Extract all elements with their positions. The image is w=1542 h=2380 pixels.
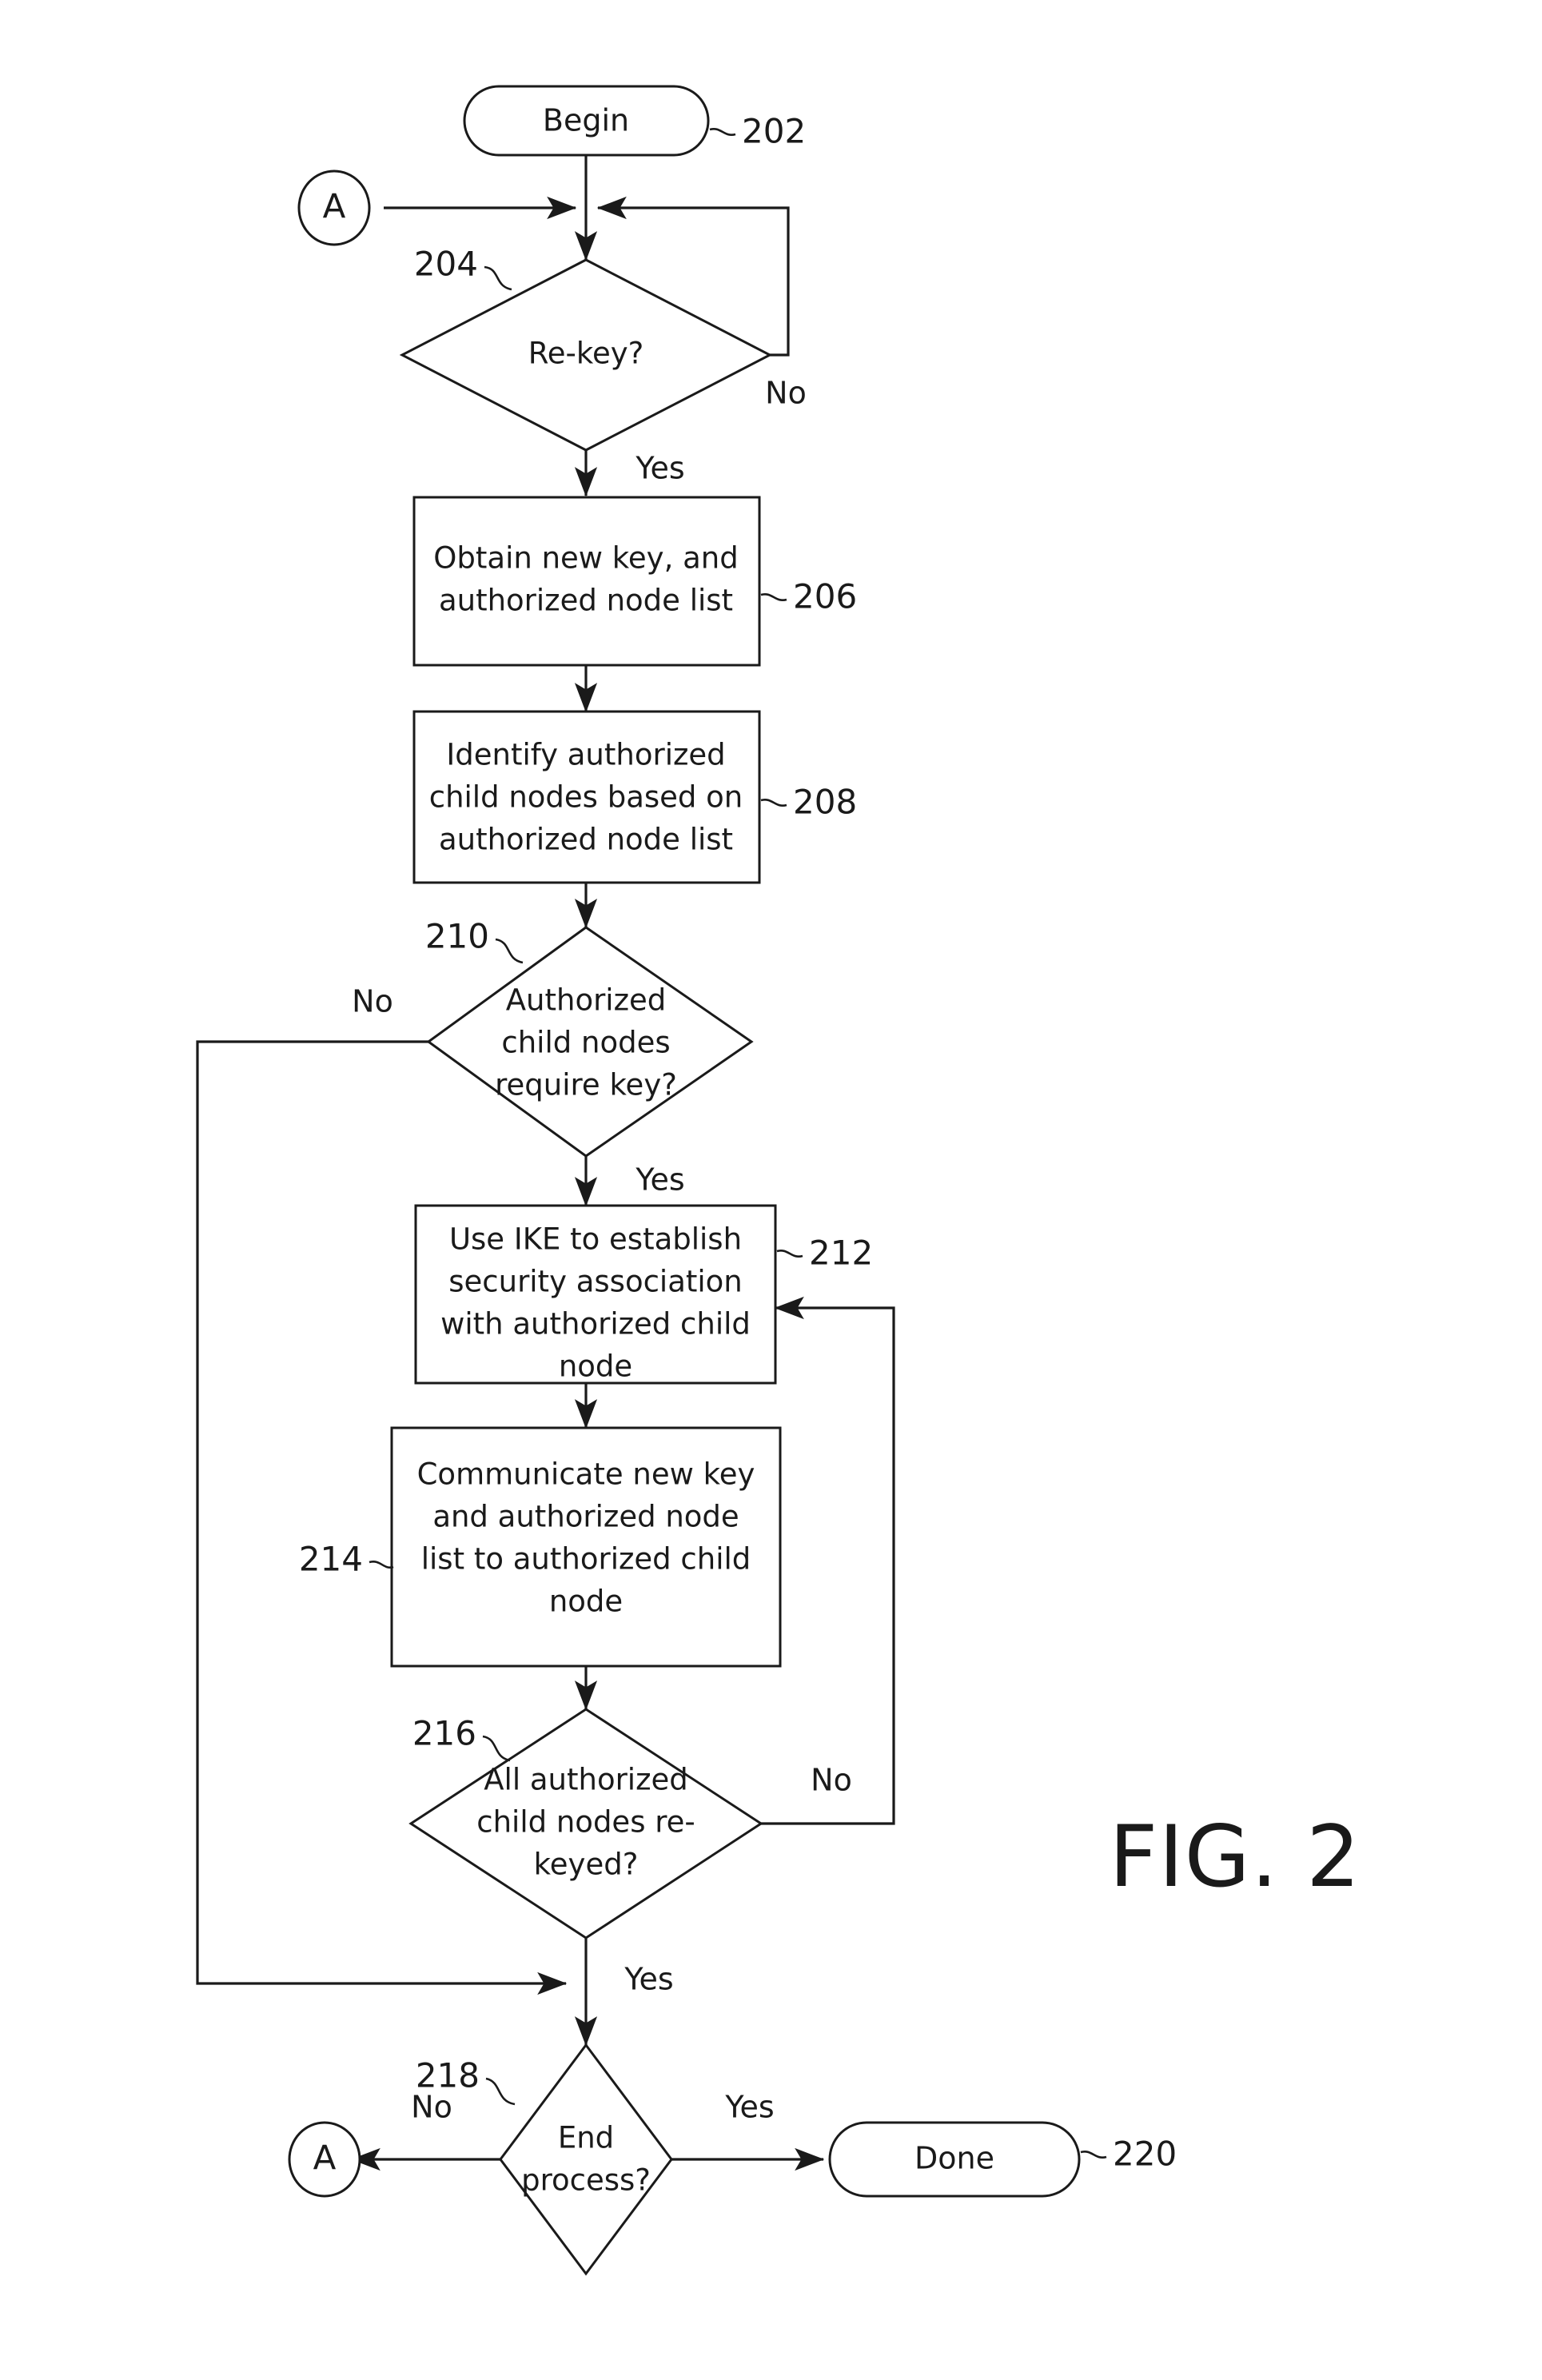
patent-figure: Begin 202 A Re-key? 204 No Yes Obtain ne… (0, 0, 1542, 2380)
edge-label-endprocess-yes: Yes (724, 2090, 774, 2125)
terminator-begin-label: Begin (543, 103, 629, 138)
leader-220 (1080, 2150, 1107, 2159)
process-identify-children-line3: authorized node list (439, 823, 733, 857)
ref-number-204: 204 (414, 245, 478, 284)
decision-all-rekeyed-line3: keyed? (534, 1848, 639, 1882)
process-communicate-key-line2: and authorized node (432, 1500, 739, 1534)
leader-212 (776, 1249, 803, 1258)
terminator-done-label: Done (914, 2141, 994, 2176)
offpage-connector-a-bottom-label: A (313, 2139, 337, 2178)
decision-all-rekeyed-line1: All authorized (484, 1763, 688, 1797)
ref-number-208: 208 (793, 783, 857, 822)
edge-label-require-yes: Yes (635, 1162, 684, 1198)
ref-number-206: 206 (793, 577, 857, 616)
process-identify-children-line1: Identify authorized (446, 738, 725, 772)
process-obtain-key-line2: authorized node list (439, 584, 733, 618)
edge-label-rekey-yes: Yes (635, 451, 684, 486)
process-communicate-key-line1: Communicate new key (417, 1457, 755, 1492)
ref-number-220: 220 (1113, 2135, 1177, 2174)
flowchart-canvas: Begin 202 A Re-key? 204 No Yes Obtain ne… (196, 85, 1361, 2276)
leader-202 (709, 127, 736, 137)
process-obtain-key-line1: Obtain new key, and (433, 541, 738, 576)
leader-208 (760, 798, 787, 807)
process-identify-children-line2: child nodes based on (429, 780, 743, 815)
process-communicate-key-line4: node (549, 1585, 623, 1619)
process-communicate-key-line3: list to authorized child (421, 1542, 751, 1577)
decision-all-rekeyed-line2: child nodes re- (476, 1805, 695, 1840)
leader-214 (369, 1560, 394, 1569)
edge-label-rekey-no: No (765, 376, 807, 411)
decision-children-require-key-line1: Authorized (506, 983, 667, 1018)
ref-number-212: 212 (809, 1234, 873, 1273)
leader-204 (484, 265, 512, 291)
ref-number-210: 210 (425, 917, 489, 956)
decision-end-process (499, 2043, 673, 2276)
ref-number-214: 214 (299, 1540, 363, 1579)
decision-end-process-line1: End (558, 2121, 614, 2155)
ref-number-202: 202 (742, 112, 806, 151)
decision-rekey-label: Re-key? (528, 337, 644, 371)
offpage-connector-a-top-label: A (323, 187, 346, 226)
edge-label-allrekeyed-yes: Yes (624, 1962, 673, 1997)
process-use-ike-line2: security association (448, 1265, 743, 1299)
decision-children-require-key-line3: require key? (495, 1068, 677, 1102)
figure-label: FIG. 2 (1109, 1808, 1361, 1906)
leader-210 (495, 938, 524, 964)
leader-206 (760, 592, 787, 602)
process-obtain-key (412, 496, 761, 667)
decision-children-require-key-line2: child nodes (501, 1026, 670, 1060)
leader-218 (485, 2077, 516, 2106)
decision-end-process-line2: process? (521, 2163, 651, 2198)
edge-label-allrekeyed-no: No (811, 1763, 852, 1798)
edge-label-endprocess-no: No (411, 2090, 452, 2125)
process-use-ike-line3: with authorized child (440, 1307, 751, 1341)
ref-number-216: 216 (412, 1714, 476, 1753)
leader-216 (482, 1735, 511, 1762)
process-use-ike-line1: Use IKE to establish (449, 1222, 742, 1257)
edge-label-require-no: No (352, 984, 393, 1019)
process-use-ike-line4: node (559, 1349, 632, 1384)
